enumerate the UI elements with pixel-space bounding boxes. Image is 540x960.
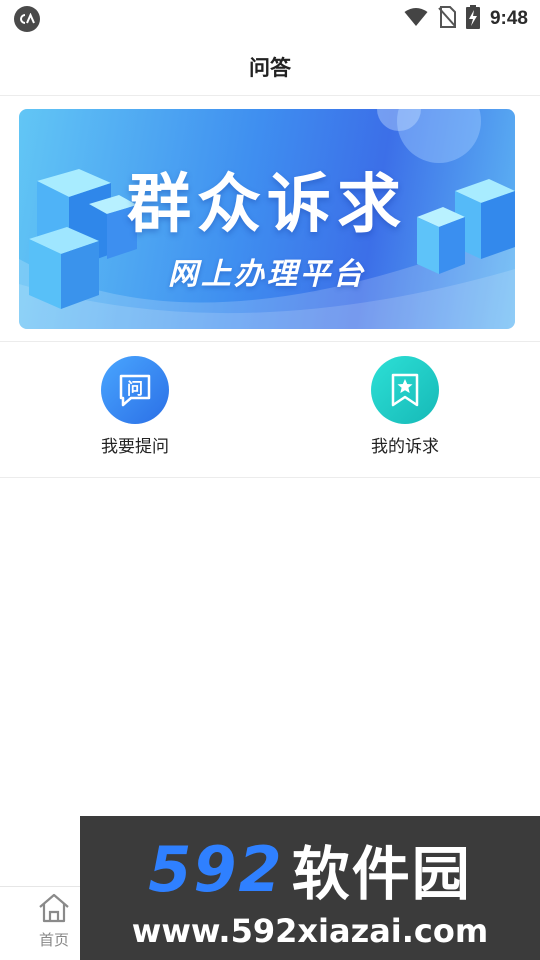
watermark-logo: 592 软件园 [88, 832, 532, 909]
watermark-overlay: 592 软件园 www.592xiazai.com [80, 816, 540, 960]
banner-title: 群众诉求 [127, 168, 407, 242]
ask-question-label: 我要提问 [101, 437, 169, 457]
status-right: 9:48 [404, 5, 528, 33]
my-appeals-button[interactable]: 我的诉求 [330, 356, 480, 457]
home-icon [37, 893, 71, 927]
battery-charging-icon [465, 5, 480, 33]
nav-item-home[interactable]: 首页 [30, 893, 78, 950]
banner[interactable]: 群众诉求 网上办理平台 [19, 109, 515, 329]
ask-question-icon: 问 [101, 356, 169, 424]
watermark-url: www.592xiazai.com [131, 912, 489, 950]
status-bar: 9:48 [0, 0, 540, 38]
watermark-logo-text: 软件园 [291, 840, 472, 908]
header: 问答 [0, 38, 540, 96]
page-title: 问答 [249, 55, 291, 80]
status-time: 9:48 [489, 8, 528, 29]
status-left [14, 6, 40, 32]
ask-question-icon-text: 问 [127, 379, 143, 398]
watermark-logo-number: 592 [148, 832, 284, 906]
nav-home-label: 首页 [38, 931, 69, 949]
wifi-icon [404, 7, 428, 31]
app-badge-icon [14, 6, 40, 32]
action-grid: 问 我要提问 我的诉求 [0, 342, 540, 476]
banner-subtitle: 网上办理平台 [168, 257, 366, 292]
my-appeals-label: 我的诉求 [371, 437, 439, 457]
no-sim-icon [438, 6, 456, 32]
star-bookmark-icon [371, 356, 439, 424]
divider [0, 477, 540, 478]
ask-question-button[interactable]: 问 我要提问 [60, 356, 210, 457]
